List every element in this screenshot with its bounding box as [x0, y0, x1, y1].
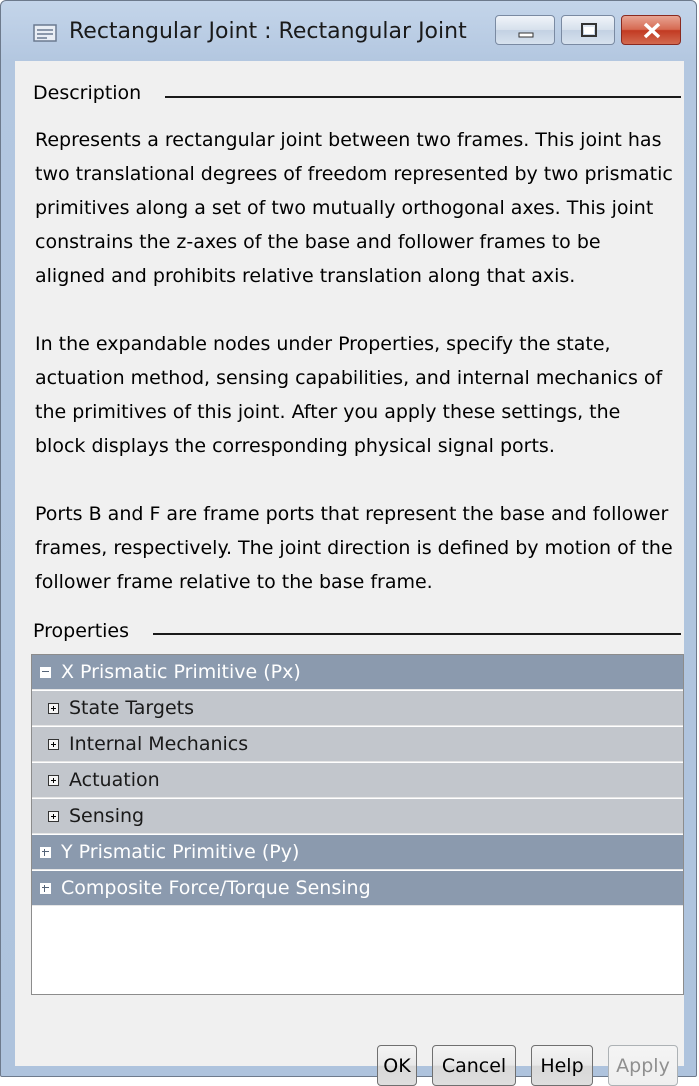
apply-button[interactable]: Apply: [608, 1045, 678, 1086]
dialog-client-area: Description Represents a rectangular joi…: [15, 61, 684, 1086]
help-button[interactable]: Help: [531, 1045, 593, 1086]
tree-node-sensing[interactable]: Sensing: [32, 799, 683, 834]
tree-node-x-prismatic-primitive[interactable]: X Prismatic Primitive (Px): [32, 655, 683, 690]
window-title: Rectangular Joint : Rectangular Joint: [69, 19, 467, 44]
tree-node-y-prismatic-primitive[interactable]: Y Prismatic Primitive (Py): [32, 835, 683, 870]
window-icon: [33, 24, 57, 42]
description-text: Represents a rectangular joint between t…: [35, 123, 675, 633]
close-icon: [643, 22, 661, 39]
expand-icon[interactable]: [48, 810, 59, 822]
properties-group-line: [153, 633, 681, 635]
dialog-window: Rectangular Joint : Rectangular Joint De…: [0, 0, 697, 1086]
close-button[interactable]: [621, 15, 681, 45]
description-paragraph-2: In the expandable nodes under Properties…: [35, 333, 663, 457]
tree-node-label: Internal Mechanics: [69, 733, 249, 755]
collapse-icon[interactable]: [40, 666, 51, 678]
maximize-icon: [581, 23, 597, 37]
tree-node-composite-force-torque-sensing[interactable]: Composite Force/Torque Sensing: [32, 871, 683, 906]
expand-icon[interactable]: [40, 846, 51, 858]
expand-icon[interactable]: [48, 774, 59, 786]
ok-button[interactable]: OK: [377, 1045, 417, 1086]
minimize-icon: [518, 32, 534, 38]
tree-node-label: Actuation: [69, 769, 160, 791]
description-paragraph-1: Represents a rectangular joint between t…: [35, 129, 673, 287]
tree-node-label: Sensing: [69, 805, 145, 827]
properties-tree[interactable]: X Prismatic Primitive (Px) State Targets…: [31, 654, 684, 995]
tree-node-internal-mechanics[interactable]: Internal Mechanics: [32, 727, 683, 762]
expand-icon[interactable]: [40, 882, 51, 894]
description-paragraph-3: Ports B and F are frame ports that repre…: [35, 503, 673, 593]
properties-group-label: Properties: [33, 620, 136, 642]
tree-node-state-targets[interactable]: State Targets: [32, 691, 683, 726]
tree-node-actuation[interactable]: Actuation: [32, 763, 683, 798]
description-group-line: [165, 96, 681, 98]
tree-node-label: Y Prismatic Primitive (Py): [61, 841, 300, 863]
cancel-button[interactable]: Cancel: [432, 1045, 516, 1086]
expand-icon[interactable]: [48, 738, 59, 750]
title-bar[interactable]: Rectangular Joint : Rectangular Joint: [1, 1, 696, 61]
tree-node-label: Composite Force/Torque Sensing: [61, 877, 371, 899]
expand-icon[interactable]: [48, 702, 59, 714]
tree-node-label: X Prismatic Primitive (Px): [61, 661, 301, 683]
description-group-label: Description: [33, 82, 148, 104]
maximize-button[interactable]: [561, 15, 615, 45]
minimize-button[interactable]: [495, 15, 555, 45]
tree-node-label: State Targets: [69, 697, 195, 719]
